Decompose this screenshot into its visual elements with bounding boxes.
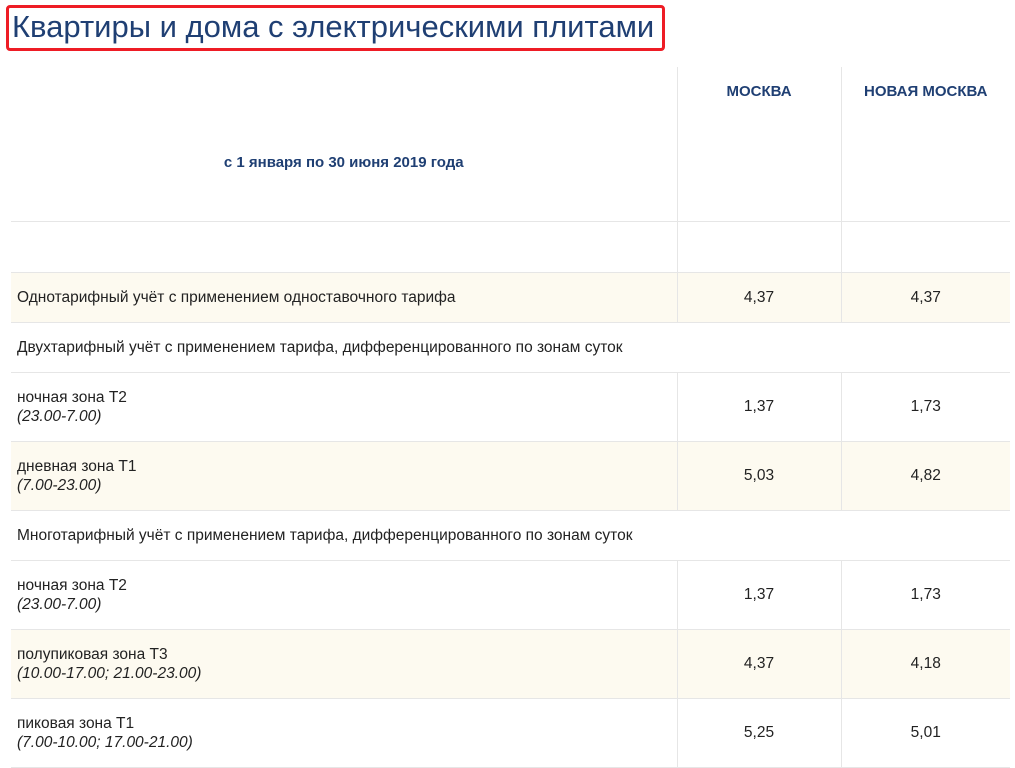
value-new-moscow: 4,37: [840, 272, 1010, 323]
tariff-table: с 1 января по 30 июня 2019 года МОСКВА Н…: [11, 67, 1010, 768]
column-header-new-moscow: НОВАЯ МОСКВА: [840, 67, 1010, 222]
table-row: пиковая зона Т1 (7.00-10.00; 17.00-21.00…: [11, 698, 1010, 768]
zone-hours: (23.00-7.00): [17, 596, 102, 613]
table-row: ночная зона Т2 (23.00-7.00) 1,37 1,73: [11, 372, 1010, 442]
row-label-cell: дневная зона Т1 (7.00-23.00): [11, 441, 677, 511]
value-moscow: 4,37: [676, 272, 841, 323]
table-header: с 1 января по 30 июня 2019 года МОСКВА Н…: [11, 67, 1010, 222]
period-header: с 1 января по 30 июня 2019 года: [11, 67, 677, 222]
spacer-row: [11, 221, 1010, 273]
group-row: Многотарифный учёт с применением тарифа,…: [11, 510, 1010, 561]
value-moscow: 1,37: [676, 372, 841, 442]
value-moscow: 5,03: [676, 441, 841, 511]
value-new-moscow: 1,73: [840, 560, 1010, 630]
row-label-cell: полупиковая зона Т3 (10.00-17.00; 21.00-…: [11, 629, 677, 699]
zone-name: ночная зона Т2: [17, 389, 127, 406]
table-row: ночная зона Т2 (23.00-7.00) 1,37 1,73: [11, 560, 1010, 630]
row-label-cell: пиковая зона Т1 (7.00-10.00; 17.00-21.00…: [11, 698, 677, 768]
value-new-moscow: 4,82: [840, 441, 1010, 511]
zone-hours: (23.00-7.00): [17, 408, 102, 425]
zone-hours: (7.00-10.00; 17.00-21.00): [17, 734, 193, 751]
row-label-cell: ночная зона Т2 (23.00-7.00): [11, 372, 677, 442]
value-new-moscow: 4,18: [840, 629, 1010, 699]
group-row: Двухтарифный учёт с применением тарифа, …: [11, 322, 1010, 373]
table-row: дневная зона Т1 (7.00-23.00) 5,03 4,82: [11, 441, 1010, 511]
zone-name: дневная зона Т1: [17, 458, 137, 475]
zone-hours: (10.00-17.00; 21.00-23.00): [17, 665, 202, 682]
row-label: Однотарифный учёт с применением одностав…: [11, 272, 677, 323]
zone-name: полупиковая зона Т3: [17, 646, 168, 663]
value-moscow: 1,37: [676, 560, 841, 630]
page-title: Квартиры и дома с электрическими плитами: [12, 9, 655, 44]
zone-hours: (7.00-23.00): [17, 477, 102, 494]
table-row: полупиковая зона Т3 (10.00-17.00; 21.00-…: [11, 629, 1010, 699]
group-label: Многотарифный учёт с применением тарифа,…: [11, 510, 1010, 561]
zone-name: пиковая зона Т1: [17, 715, 135, 732]
value-moscow: 4,37: [676, 629, 841, 699]
zone-name: ночная зона Т2: [17, 577, 127, 594]
title-highlight-box: Квартиры и дома с электрическими плитами: [6, 5, 666, 51]
table-row: Однотарифный учёт с применением одностав…: [11, 272, 1010, 323]
column-header-moscow: МОСКВА: [676, 67, 841, 222]
value-new-moscow: 1,73: [840, 372, 1010, 442]
group-label: Двухтарифный учёт с применением тарифа, …: [11, 322, 1010, 373]
row-label-cell: ночная зона Т2 (23.00-7.00): [11, 560, 677, 630]
value-new-moscow: 5,01: [840, 698, 1010, 768]
value-moscow: 5,25: [676, 698, 841, 768]
